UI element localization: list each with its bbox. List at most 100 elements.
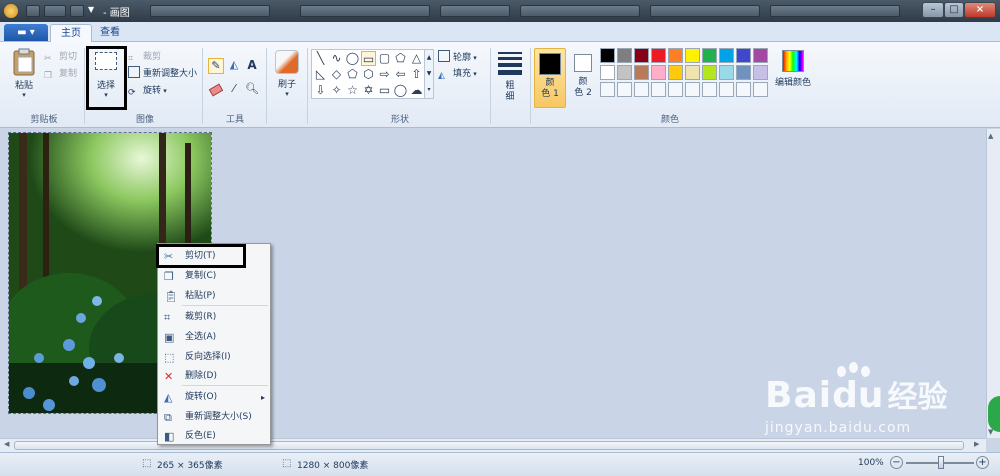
five-point-star-shape-icon[interactable]: ☆ (345, 83, 360, 98)
oval-shape-icon[interactable]: ◯ (345, 51, 360, 66)
color-swatch[interactable] (634, 82, 649, 97)
outline-button[interactable]: 轮廓 ▾ (438, 50, 477, 66)
edit-colors-button[interactable]: 编辑颜色 (772, 48, 814, 108)
tab-view[interactable]: 查看 (90, 24, 130, 42)
color-swatch[interactable] (617, 82, 632, 97)
pentagon-shape-icon[interactable]: ⬠ (345, 67, 360, 82)
hexagon-shape-icon[interactable]: ⬡ (361, 67, 376, 82)
color-swatch[interactable] (634, 48, 649, 63)
context-menu-item[interactable]: ❐ 复制(C) (159, 267, 269, 286)
pencil-tool-icon[interactable]: ✎ (208, 58, 224, 74)
color-swatch[interactable] (600, 82, 615, 97)
app-menu-button[interactable]: ▬ ▾ (4, 24, 48, 41)
color-swatch[interactable] (702, 82, 717, 97)
paste-button[interactable]: 粘贴 ▾ (8, 48, 40, 108)
shapes-scroll[interactable]: ▲ ▼ ▾ (424, 49, 434, 99)
color-swatch[interactable] (668, 65, 683, 80)
scroll-right-icon[interactable]: ▶ (974, 440, 979, 448)
resize-button[interactable]: 重新调整大小 (128, 66, 197, 82)
color-swatch[interactable] (617, 65, 632, 80)
color-swatch[interactable] (702, 48, 717, 63)
context-menu-item[interactable]: ▣ 全选(A) (159, 328, 269, 347)
color-2-button[interactable]: 颜 色 2 (568, 48, 598, 108)
quick-access-save-icon[interactable] (26, 5, 40, 17)
scroll-up-icon[interactable]: ▲ (988, 132, 993, 140)
polygon-shape-icon[interactable]: ⬠ (393, 51, 408, 66)
left-arrow-shape-icon[interactable]: ⇦ (393, 67, 408, 82)
context-menu-item[interactable]: ⌗ 裁剪(R) (159, 308, 269, 327)
context-menu-item[interactable]: ✕ 删除(D) (159, 367, 269, 386)
color-swatch[interactable] (719, 82, 734, 97)
text-tool-icon[interactable]: A (244, 58, 260, 74)
color-swatch[interactable] (719, 65, 734, 80)
color-swatch[interactable] (668, 48, 683, 63)
context-menu-item[interactable]: ⧉ 重新调整大小(S) (159, 408, 269, 427)
color-swatch[interactable] (753, 82, 768, 97)
menu-icon: ▬ ▾ (17, 27, 35, 38)
vertical-scrollbar[interactable] (986, 129, 1000, 438)
minimize-button[interactable]: – (922, 2, 944, 18)
crop-button[interactable]: ⌗ 裁剪 (128, 49, 161, 65)
color-swatch[interactable] (719, 48, 734, 63)
line-shape-icon[interactable]: ╲ (313, 51, 328, 66)
zoom-slider-thumb[interactable] (938, 456, 944, 469)
color-swatch[interactable] (736, 48, 751, 63)
up-arrow-shape-icon[interactable]: ⇧ (409, 67, 424, 82)
fill-button[interactable]: ◭ 填充 ▾ (438, 66, 477, 82)
four-point-star-shape-icon[interactable]: ✧ (329, 83, 344, 98)
quick-access-undo-icon[interactable] (44, 5, 66, 17)
zoom-in-button[interactable]: + (976, 456, 989, 469)
context-menu-item[interactable]: ⬚ 反向选择(I) (159, 348, 269, 367)
color-picker-tool-icon[interactable]: ⁄ (226, 82, 242, 98)
fill-tool-icon[interactable]: ◭ (226, 58, 242, 74)
color-swatch[interactable] (600, 65, 615, 80)
color-swatch[interactable] (736, 65, 751, 80)
color-swatch[interactable] (651, 65, 666, 80)
copy-button[interactable]: ❐ 复制 (44, 66, 77, 82)
scroll-left-icon[interactable]: ◀ (4, 440, 9, 448)
callout-rect-shape-icon[interactable]: ▭ (377, 83, 392, 98)
color-swatch[interactable] (651, 82, 666, 97)
down-arrow-shape-icon[interactable]: ⇩ (313, 83, 328, 98)
color-swatch[interactable] (617, 48, 632, 63)
app-icon[interactable] (4, 4, 18, 18)
context-menu-item[interactable]: ◧ 反色(E) (159, 427, 269, 446)
rotate-button[interactable]: ⟳ 旋转 ▾ (128, 83, 167, 99)
color-swatch[interactable] (685, 48, 700, 63)
size-button[interactable]: 粗 细 (494, 48, 526, 108)
quick-access-redo-icon[interactable] (70, 5, 84, 17)
diamond-shape-icon[interactable]: ◇ (329, 67, 344, 82)
color-swatch[interactable] (736, 82, 751, 97)
color-swatch[interactable] (753, 65, 768, 80)
maximize-button[interactable]: □ (944, 2, 964, 18)
close-button[interactable]: × (964, 2, 996, 18)
six-point-star-shape-icon[interactable]: ✡ (361, 83, 376, 98)
rounded-rectangle-shape-icon[interactable]: ▢ (377, 51, 392, 66)
tab-home[interactable]: 主页 (50, 24, 92, 42)
brushes-button[interactable]: 刷子 ▾ (270, 48, 304, 108)
right-triangle-shape-icon[interactable]: ◺ (313, 67, 328, 82)
quick-access-dropdown-icon[interactable]: ▼ (88, 5, 94, 14)
callout-oval-shape-icon[interactable]: ◯ (393, 83, 408, 98)
rectangle-shape-icon[interactable]: ▭ (361, 51, 376, 66)
eraser-tool-icon[interactable] (208, 82, 224, 98)
context-menu-item[interactable]: 📋︎ 粘贴(P) (159, 287, 269, 306)
color-swatch[interactable] (668, 82, 683, 97)
right-arrow-shape-icon[interactable]: ⇨ (377, 67, 392, 82)
magnifier-tool-icon[interactable]: 🔍︎ (244, 82, 260, 98)
color-swatch[interactable] (702, 65, 717, 80)
color-swatch[interactable] (685, 65, 700, 80)
color-swatch[interactable] (651, 48, 666, 63)
cut-button[interactable]: ✂ 剪切 (44, 49, 77, 65)
color-swatch[interactable] (634, 65, 649, 80)
color-swatch[interactable] (600, 48, 615, 63)
shapes-gallery[interactable]: ╲ ∿ ◯ ▭ ▢ ⬠ △ ◺ ◇ ⬠ ⬡ ⇨ ⇦ ⇧ ⇩ ✧ ☆ ✡ ▭ ◯ … (311, 49, 433, 99)
triangle-shape-icon[interactable]: △ (409, 51, 424, 66)
color-swatch[interactable] (753, 48, 768, 63)
color-swatch[interactable] (685, 82, 700, 97)
zoom-out-button[interactable]: − (890, 456, 903, 469)
color-1-button[interactable]: 颜 色 1 (534, 48, 566, 108)
curve-shape-icon[interactable]: ∿ (329, 51, 344, 66)
context-menu-item[interactable]: ◭ 旋转(O) ▸ (159, 388, 269, 407)
callout-cloud-shape-icon[interactable]: ☁ (409, 83, 424, 98)
